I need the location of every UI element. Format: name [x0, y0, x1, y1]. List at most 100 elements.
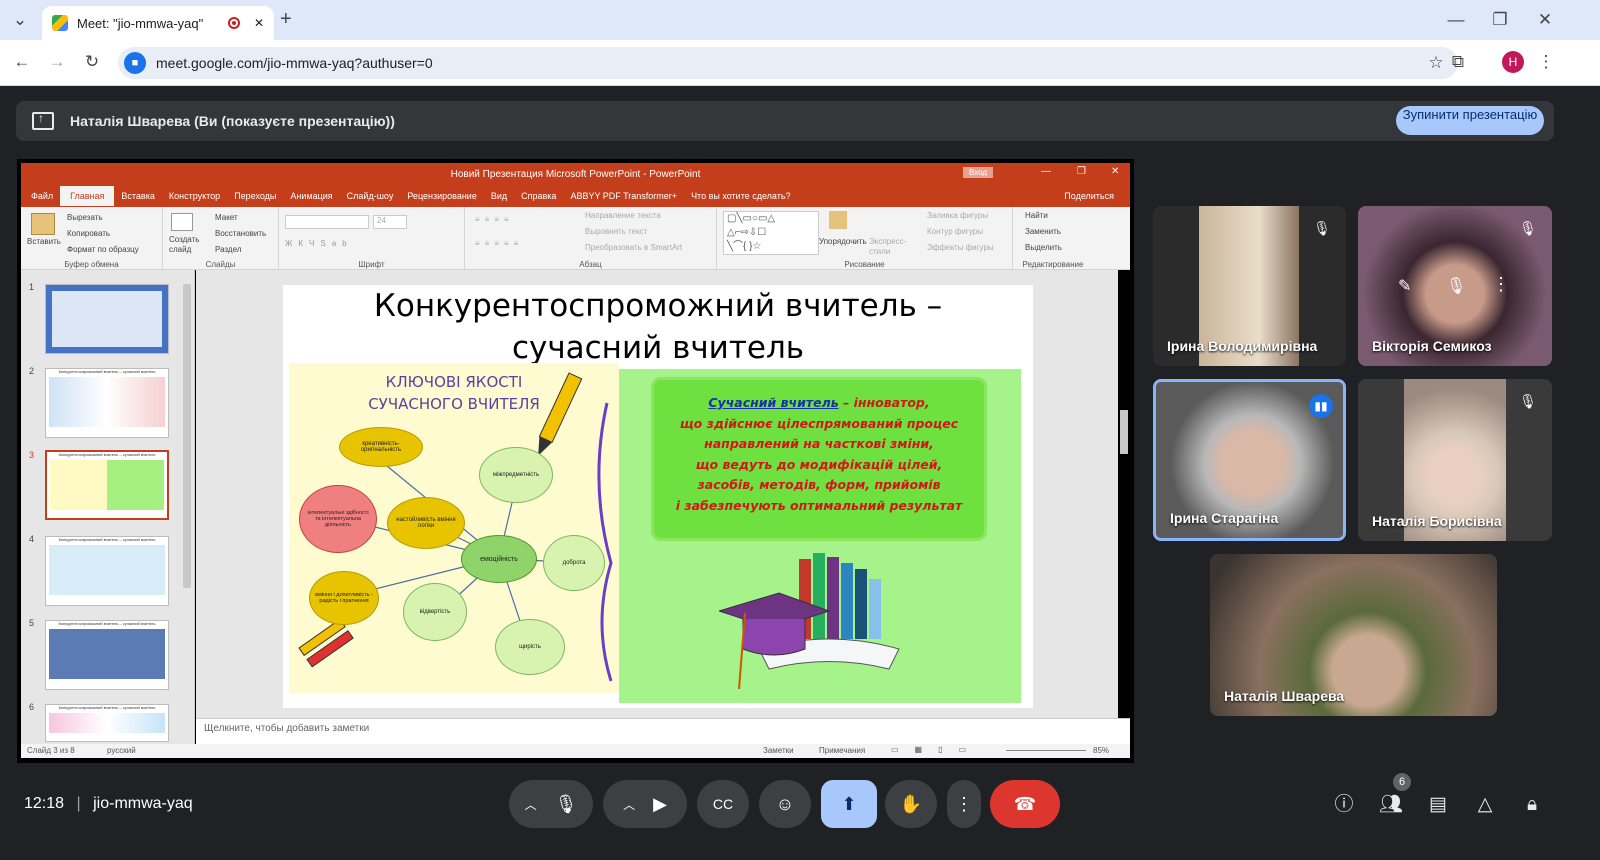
new-slide-icon[interactable] [171, 213, 193, 231]
reset-button[interactable]: Восстановить [215, 229, 266, 238]
raise-hand-button[interactable]: ✋ [885, 780, 937, 828]
site-info-icon[interactable]: ■ [124, 52, 146, 74]
extensions-icon[interactable]: ⧉ [1446, 51, 1470, 73]
tab-search-icon[interactable]: ⌄ [8, 9, 32, 31]
ppt-tell-me[interactable]: Что вы хотите сделать? [691, 191, 791, 201]
back-icon[interactable]: ← [10, 51, 34, 73]
ppt-tab[interactable]: Переходы [234, 191, 276, 201]
ppt-tab-home[interactable]: Главная [60, 186, 115, 206]
comments-toggle[interactable]: Примечания [819, 746, 865, 755]
ppt-close-icon[interactable]: ✕ [1111, 166, 1119, 177]
new-tab-button[interactable]: + [280, 8, 292, 31]
current-slide[interactable]: Конкурентоспроможний вчитель – сучасний … [283, 285, 1033, 708]
more-options-icon[interactable]: ⋮ [1492, 274, 1510, 295]
participant-tile[interactable]: 🎙︎ Ірина Володимирівна [1153, 206, 1346, 366]
cut-button[interactable]: Вырезать [67, 213, 103, 222]
quick-styles-button[interactable]: Экспресс-стили [869, 237, 909, 257]
section-button[interactable]: Раздел [215, 245, 241, 254]
ppt-tab[interactable]: Справка [521, 191, 556, 201]
shape-fill-button[interactable]: Заливка фигуры [927, 211, 988, 220]
arrange-button[interactable]: Упорядочить [819, 237, 867, 246]
people-icon[interactable]: 👥︎ [1378, 792, 1404, 818]
shapes-gallery[interactable]: ▢╲▭○▭△ △⌐⇨⇩☐ ╲⌒{ }☆ [723, 211, 819, 255]
smartart-button[interactable]: Преобразовать в SmartArt [585, 243, 682, 252]
ppt-tab[interactable]: Анимация [290, 191, 332, 201]
tab-meet[interactable]: Meet: "jio-mmwa-yaq" ✕ [42, 6, 274, 40]
chat-icon[interactable]: ▤ [1425, 792, 1451, 818]
captions-button[interactable]: CC [697, 780, 749, 828]
meeting-details-icon[interactable]: ⓘ [1331, 792, 1357, 818]
layout-button[interactable]: Макет [215, 213, 238, 222]
find-button[interactable]: Найти [1025, 211, 1048, 220]
ppt-tab[interactable]: Рецензирование [407, 191, 477, 201]
slide-thumbnail-1[interactable] [45, 284, 169, 354]
font-size-field[interactable]: 24 [373, 215, 407, 229]
bookmark-star-icon[interactable]: ☆ [1424, 52, 1448, 74]
participant-tile-self[interactable]: Наталія Шварева [1210, 554, 1497, 716]
slide-thumbnail-3-selected[interactable]: Конкурентоспроможний вчитель – сучасний … [45, 450, 169, 520]
font-name-field[interactable] [285, 215, 369, 229]
microphone-button[interactable]: ︿ 🎙︎ [509, 780, 593, 828]
canvas-scrollbar[interactable] [1120, 410, 1128, 454]
ppt-tab[interactable]: ABBYY PDF Transformer+ [570, 191, 677, 201]
chrome-menu-icon[interactable]: ⋮ [1534, 51, 1558, 73]
ppt-minimize-icon[interactable]: — [1041, 166, 1051, 177]
zoom-slider[interactable] [1006, 750, 1086, 751]
paste-button[interactable]: Вставить [27, 237, 61, 246]
ppt-signin-button[interactable]: Вход [963, 167, 994, 178]
ppt-tab[interactable]: Слайд-шоу [347, 191, 394, 201]
minimize-icon[interactable]: — [1444, 9, 1468, 31]
audio-settings-chevron-icon[interactable]: ︿ [525, 796, 537, 813]
list-buttons[interactable]: ≡≡≡≡ [475, 215, 514, 224]
shape-effects-button[interactable]: Эффекты фигуры [927, 243, 994, 252]
ppt-tab[interactable]: Вставка [121, 191, 154, 201]
participant-tile[interactable]: 🎙︎ Наталія Борисівна [1358, 379, 1552, 541]
text-direction-button[interactable]: Направление текста [585, 211, 661, 220]
profile-avatar[interactable]: H [1502, 51, 1524, 73]
notes-field[interactable]: Щелкните, чтобы добавить заметки [196, 718, 1130, 744]
paste-icon[interactable] [31, 213, 55, 235]
slide-thumbnail-4[interactable]: Конкурентоспроможний вчитель – сучасний … [45, 536, 169, 606]
replace-button[interactable]: Заменить [1025, 227, 1061, 236]
participant-tile-speaking[interactable]: ▮▮ Ірина Старагіна [1153, 379, 1346, 541]
notes-toggle[interactable]: Заметки [763, 746, 794, 755]
new-slide-button[interactable]: Создать слайд [169, 235, 203, 255]
mute-participant-icon[interactable]: 🎙︎ [1446, 276, 1466, 296]
video-settings-chevron-icon[interactable]: ︿ [623, 796, 635, 813]
ppt-share-button[interactable]: Поделиться [1064, 191, 1114, 201]
close-window-icon[interactable]: ✕ [1533, 9, 1557, 31]
thumbs-scrollbar[interactable] [183, 284, 191, 588]
reload-icon[interactable]: ↻ [80, 51, 104, 73]
arrange-icon[interactable] [829, 211, 847, 229]
maximize-icon[interactable]: ❐ [1488, 9, 1512, 31]
tab-close-icon[interactable]: ✕ [254, 16, 264, 30]
more-options-button[interactable]: ⋮ [947, 780, 981, 828]
activities-icon[interactable]: △ [1472, 792, 1498, 818]
host-controls-icon[interactable]: 🔒︎ [1519, 792, 1545, 818]
format-painter-button[interactable]: Формат по образцу [67, 245, 139, 254]
leave-call-button[interactable]: ☎ [990, 780, 1060, 828]
slide-thumbnail-2[interactable]: Конкурентоспроможний вчитель – сучасний … [45, 368, 169, 438]
font-format-buttons[interactable]: ЖКЧSab [285, 239, 353, 248]
align-buttons[interactable]: ≡≡≡≡≡ [475, 239, 523, 248]
ppt-tab[interactable]: Вид [491, 191, 507, 201]
slide-thumbnail-5[interactable]: Конкурентоспроможний вчитель – сучасний … [45, 620, 169, 690]
forward-icon[interactable]: → [45, 51, 69, 73]
ppt-tab[interactable]: Файл [31, 191, 53, 201]
view-buttons[interactable]: ▭▦▯▭ [891, 745, 982, 754]
align-text-button[interactable]: Выровнять текст [585, 227, 647, 236]
stop-presenting-button[interactable]: Зупинити презентацію [1396, 106, 1544, 135]
pin-icon[interactable]: ✎ [1398, 276, 1411, 296]
slide-thumbnail-6[interactable]: Конкурентоспроможний вчитель – сучасний … [45, 704, 169, 742]
shape-outline-button[interactable]: Контур фигуры [927, 227, 983, 236]
zoom-level[interactable]: 85% [1093, 746, 1109, 755]
ppt-tab[interactable]: Конструктор [169, 191, 220, 201]
participant-tile[interactable]: ✎ 🎙︎ ⋮ 🎙︎ Вікторія Семикоз [1358, 206, 1552, 366]
present-button[interactable]: ⬆ [821, 780, 877, 828]
select-button[interactable]: Выделить [1025, 243, 1062, 252]
emoji-reaction-button[interactable]: ☺ [759, 780, 811, 828]
camera-button[interactable]: ︿ ▶ [603, 780, 687, 828]
address-bar[interactable]: ■ meet.google.com/jio-mmwa-yaq?authuser=… [118, 47, 1458, 79]
ppt-maximize-icon[interactable]: ❐ [1077, 166, 1086, 177]
copy-button[interactable]: Копировать [67, 229, 110, 238]
